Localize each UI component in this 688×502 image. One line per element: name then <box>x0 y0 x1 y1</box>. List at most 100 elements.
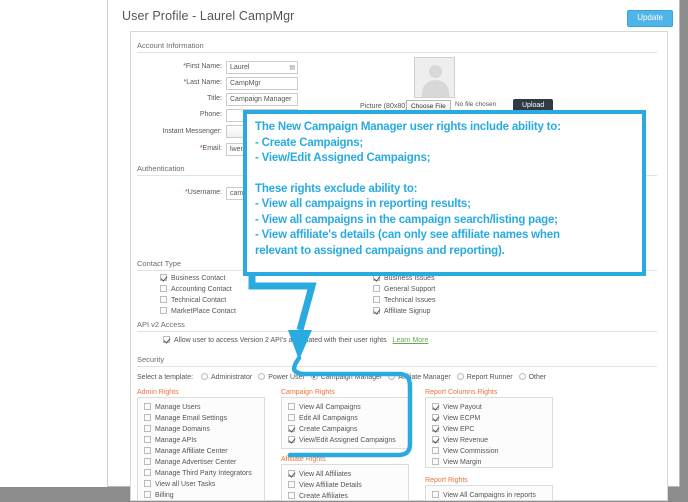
affiliate-right-view-affiliate-details[interactable]: View Affiliate Details <box>288 481 402 491</box>
template-radio-group[interactable]: Administrator Power User Campaign Manager A… <box>195 373 546 381</box>
radio-report-runner[interactable] <box>456 373 464 380</box>
label-power-user: Power User <box>268 374 305 381</box>
checkbox-view-payout[interactable] <box>432 403 439 410</box>
checkbox-create-campaigns[interactable] <box>288 425 295 432</box>
contact-issue-general-support[interactable]: General Support <box>373 285 435 295</box>
label-manage-apis: Manage APIs <box>155 437 197 444</box>
page-title: User Profile - Laurel CampMgr <box>122 9 295 23</box>
checkbox-view-all-campaigns-in-reports[interactable] <box>432 491 439 498</box>
checkbox-edit-all-campaigns[interactable] <box>288 414 295 421</box>
checkbox-manage-affiliate-center[interactable] <box>144 447 151 454</box>
admin-right-manage-apis[interactable]: Manage APIs <box>144 436 258 446</box>
label-general-support: General Support <box>384 286 436 293</box>
checkbox-view-edit-assigned-campaigns[interactable] <box>288 436 295 443</box>
affiliate-right-create-affiliates[interactable]: Create Affiliates <box>288 492 402 502</box>
template-option-affiliate-manager[interactable]: Affiliate Manager <box>388 373 451 381</box>
template-option-power-user[interactable]: Power User <box>258 373 305 381</box>
checkbox-view-all-user-tasks[interactable] <box>144 480 151 487</box>
checkbox-view-affiliate-details[interactable] <box>288 481 295 488</box>
checkbox-manage-users[interactable] <box>144 403 151 410</box>
campaign-right-create-campaigns[interactable]: Create Campaigns <box>288 425 402 435</box>
radio-affiliate-manager[interactable] <box>388 373 396 380</box>
checkbox-view-all-campaigns[interactable] <box>288 403 295 410</box>
update-button[interactable]: Update <box>627 10 673 27</box>
template-option-report-runner[interactable]: Report Runner <box>456 373 513 381</box>
contact-issue-affiliate-signup[interactable]: Affiliate Signup <box>373 307 435 317</box>
checkbox-affiliate-signup[interactable] <box>373 307 380 314</box>
template-option-other[interactable]: Other <box>518 373 546 381</box>
checkbox-view-margin[interactable] <box>432 458 439 465</box>
radio-other[interactable] <box>518 373 526 380</box>
checkbox-manage-domains[interactable] <box>144 425 151 432</box>
label-administrator: Administrator <box>210 374 253 381</box>
learn-more-link[interactable]: Learn More <box>393 337 429 344</box>
report-column-right-view-epc[interactable]: View EPC <box>432 425 546 435</box>
checkbox-technical-issues[interactable] <box>373 296 380 303</box>
report-column-right-view-payout[interactable]: View Payout <box>432 403 546 413</box>
contact-type-technical-contact[interactable]: Technical Contact <box>160 296 236 306</box>
label-edit-all-campaigns: Edit All Campaigns <box>299 415 358 422</box>
label-manage-users: Manage Users <box>155 404 201 411</box>
no-file-chosen-text: No file chosen <box>455 101 497 108</box>
checkbox-view-ecpm[interactable] <box>432 414 439 421</box>
checkbox-business-contact[interactable] <box>160 274 167 281</box>
checkbox-marketplace-contact[interactable] <box>160 307 167 314</box>
title-input[interactable]: Campaign Manager <box>226 93 298 106</box>
checkbox-manage-apis[interactable] <box>144 436 151 443</box>
select-template-label: Select a template: <box>137 374 194 381</box>
api-v2-allow-row[interactable]: Allow user to access Version 2 API's ass… <box>163 336 428 346</box>
label-view-all-campaigns-in-reports: View All Campaigns in reports <box>443 492 536 499</box>
admin-right-manage-affiliate-center[interactable]: Manage Affiliate Center <box>144 447 258 457</box>
report-column-right-view-commission[interactable]: View Commission <box>432 447 546 457</box>
report-right-view-all-campaigns-in-reports[interactable]: View All Campaigns in reports <box>432 491 546 501</box>
report-column-right-view-margin[interactable]: View Margin <box>432 458 546 468</box>
api-v2-checkbox[interactable] <box>163 336 170 343</box>
campaign-right-edit-all-campaigns[interactable]: Edit All Campaigns <box>288 414 402 424</box>
template-option-campaign-manager[interactable]: Campaign Manager <box>310 373 382 381</box>
checkbox-technical-contact[interactable] <box>160 296 167 303</box>
radio-campaign-manager[interactable] <box>310 373 318 380</box>
template-option-administrator[interactable]: Administrator <box>200 373 253 381</box>
label-view-margin: View Margin <box>443 459 482 466</box>
annotation-spacer <box>255 167 634 182</box>
picture-label: Picture (80x80): <box>360 103 410 110</box>
checkbox-manage-advertiser-center[interactable] <box>144 458 151 465</box>
radio-administrator[interactable] <box>200 373 208 380</box>
contact-type-marketplace-contact[interactable]: MarketPlace Contact <box>160 307 236 317</box>
report-column-right-view-ecpm[interactable]: View ECPM <box>432 414 546 424</box>
label-view-affiliate-details: View Affiliate Details <box>299 482 362 489</box>
campaign-rights-panel: View All Campaigns Edit All Campaigns Crea… <box>281 397 409 449</box>
contact-type-business-contact[interactable]: Business Contact <box>160 274 236 284</box>
checkbox-create-affiliates[interactable] <box>288 492 295 499</box>
radio-power-user[interactable] <box>258 373 266 380</box>
checkbox-billing[interactable] <box>144 491 151 498</box>
admin-right-manage-users[interactable]: Manage Users <box>144 403 258 413</box>
checkbox-view-all-affiliates[interactable] <box>288 470 295 477</box>
campaign-right-view-all-campaigns[interactable]: View All Campaigns <box>288 403 402 413</box>
label-view-all-user-tasks: View all User Tasks <box>155 481 216 488</box>
last-name-input[interactable]: CampMgr <box>226 77 298 90</box>
checkbox-view-epc[interactable] <box>432 425 439 432</box>
section-contact-type: Contact Type <box>137 259 182 268</box>
contact-issue-technical-issues[interactable]: Technical Issues <box>373 296 435 306</box>
checkbox-view-commission[interactable] <box>432 447 439 454</box>
contact-type-accounting-contact[interactable]: Accounting Contact <box>160 285 236 295</box>
report-columns-rights-title: Report Columns Rights <box>425 389 498 396</box>
admin-right-manage-email-settings[interactable]: Manage Email Settings <box>144 414 258 424</box>
affiliate-right-view-all-affiliates[interactable]: View All Affiliates <box>288 470 402 480</box>
admin-right-manage-domains[interactable]: Manage Domains <box>144 425 258 435</box>
checkbox-manage-third-party-integrators[interactable] <box>144 469 151 476</box>
admin-right-manage-advertiser-center[interactable]: Manage Advertiser Center <box>144 458 258 468</box>
admin-right-manage-third-party-integrators[interactable]: Manage Third Party Integrators <box>144 469 258 479</box>
first-name-picker-icon[interactable]: ▤ <box>289 62 295 73</box>
first-name-input[interactable]: Laurel ▤ <box>226 61 298 74</box>
affiliate-rights-title: Affiliate Rights <box>281 456 326 463</box>
checkbox-accounting-contact[interactable] <box>160 285 167 292</box>
checkbox-general-support[interactable] <box>373 285 380 292</box>
admin-right-view-all-user-tasks[interactable]: View all User Tasks <box>144 480 258 490</box>
checkbox-view-revenue[interactable] <box>432 436 439 443</box>
campaign-right-view-edit-assigned-campaigns[interactable]: View/Edit Assigned Campaigns <box>288 436 402 446</box>
admin-right-billing[interactable]: Billing <box>144 491 258 501</box>
report-column-right-view-revenue[interactable]: View Revenue <box>432 436 546 446</box>
checkbox-manage-email-settings[interactable] <box>144 414 151 421</box>
